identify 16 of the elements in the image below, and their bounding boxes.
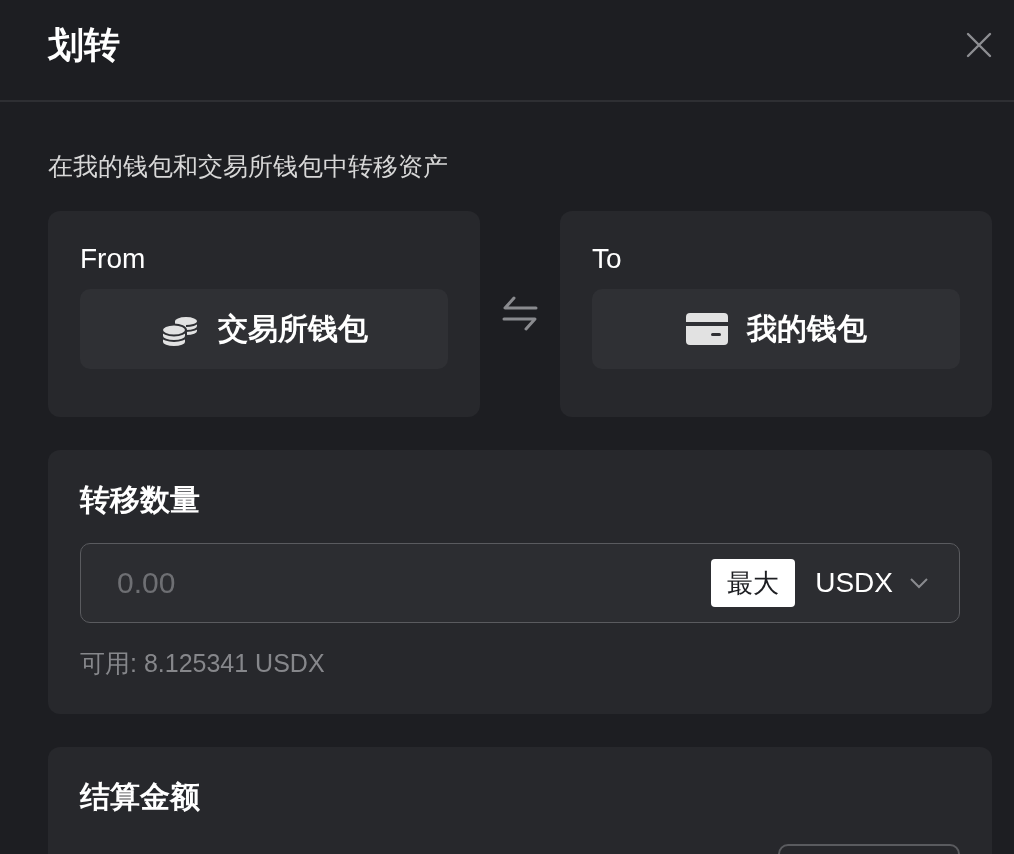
max-button[interactable]: 最大 — [711, 559, 796, 607]
wallet-selector[interactable]: 我的钱包 — [592, 289, 960, 369]
wallet-selector[interactable]: 交易所钱包 — [80, 289, 448, 369]
currency-dropdown[interactable]: USDX — [815, 567, 929, 599]
section-title: 转移数量 — [80, 482, 201, 518]
section-title: 结算金额 — [80, 779, 201, 815]
chevron-down-icon — [909, 577, 929, 589]
close-icon[interactable] — [966, 32, 992, 58]
wallet-direction-label: From — [80, 243, 147, 275]
amount-input[interactable]: 0.00 最大 USDX — [80, 543, 960, 623]
wallet-direction-label: To — [592, 243, 623, 275]
available-balance: 可用: 8.125341 USDX — [80, 648, 326, 679]
dialog-description: 在我的钱包和交易所钱包中转移资产 — [48, 151, 449, 182]
dialog-title: 划转 — [48, 22, 120, 67]
swap-arrows-icon[interactable] — [502, 296, 538, 332]
card-icon — [685, 312, 729, 346]
